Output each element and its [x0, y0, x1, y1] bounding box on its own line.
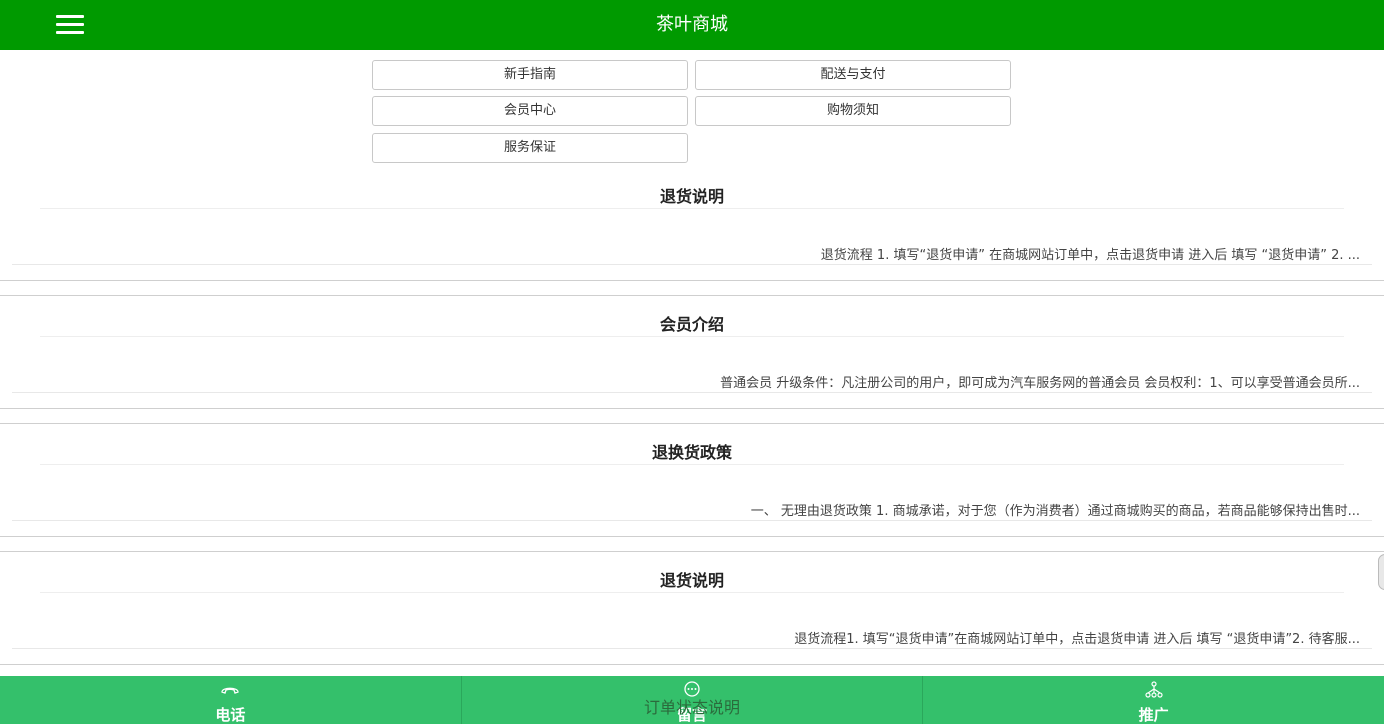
- message-icon: [684, 681, 700, 697]
- section-separator: [0, 295, 1384, 296]
- article-summary[interactable]: 退货流程 1. 填写“退货申请” 在商城网站订单中，点击退货申请 进入后 填写 …: [60, 244, 1360, 263]
- article-title[interactable]: 退换货政策: [0, 439, 1384, 463]
- article-title[interactable]: 会员介绍: [0, 311, 1384, 335]
- divider: [12, 264, 1372, 265]
- section-separator: [0, 423, 1384, 424]
- floating-side-button[interactable]: [1378, 554, 1384, 590]
- category-button-delivery[interactable]: 配送与支付: [695, 60, 1011, 90]
- section-separator: [0, 280, 1384, 281]
- article-summary[interactable]: 普通会员 升级条件：凡注册公司的用户，即可成为汽车服务网的普通会员 会员权利：1…: [60, 372, 1360, 391]
- category-button-guide[interactable]: 新手指南: [372, 60, 688, 90]
- bottom-nav-phone[interactable]: 电话: [0, 676, 462, 724]
- article-title[interactable]: 退货说明: [0, 183, 1384, 207]
- category-button-service[interactable]: 服务保证: [372, 133, 688, 163]
- divider: [40, 592, 1344, 593]
- bottom-nav-message[interactable]: 留言: [462, 676, 924, 724]
- share-network-icon: [1145, 681, 1163, 698]
- article-summary[interactable]: 一、 无理由退货政策 1. 商城承诺，对于您（作为消费者）通过商城购买的商品，若…: [60, 500, 1360, 519]
- divider: [40, 464, 1344, 465]
- divider: [40, 336, 1344, 337]
- section-separator: [0, 408, 1384, 409]
- bottom-nav-label: 留言: [677, 706, 708, 724]
- category-button-shopping[interactable]: 购物须知: [695, 96, 1011, 126]
- divider: [12, 648, 1372, 649]
- section-separator: [0, 664, 1384, 665]
- phone-icon: [221, 687, 239, 694]
- bottom-nav-promote[interactable]: 推广: [923, 676, 1384, 724]
- bottom-nav-label: 推广: [1138, 706, 1169, 724]
- section-separator: [0, 536, 1384, 537]
- bottom-nav-label: 电话: [215, 706, 246, 724]
- category-button-member[interactable]: 会员中心: [372, 96, 688, 126]
- divider: [12, 392, 1372, 393]
- divider: [12, 520, 1372, 521]
- article-title[interactable]: 退货说明: [0, 567, 1384, 591]
- section-separator: [0, 551, 1384, 552]
- divider: [40, 208, 1344, 209]
- top-bar: 茶叶商城: [0, 0, 1384, 50]
- article-summary[interactable]: 退货流程1. 填写“退货申请”在商城网站订单中，点击退货申请 进入后 填写 “退…: [60, 628, 1360, 647]
- hamburger-menu-icon[interactable]: [56, 14, 84, 36]
- page-title: 茶叶商城: [656, 14, 728, 35]
- bottom-nav-bar: 电话 留言 推广: [0, 676, 1384, 724]
